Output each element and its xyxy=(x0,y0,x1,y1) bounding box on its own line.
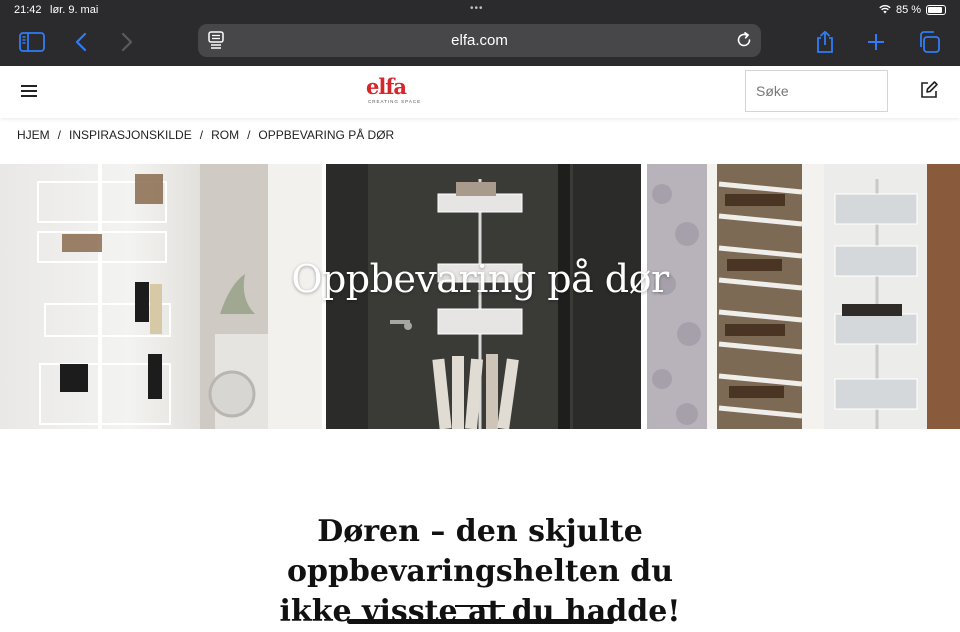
tabs-icon[interactable] xyxy=(914,28,944,56)
breadcrumb-inspiration[interactable]: INSPIRASJONSKILDE xyxy=(69,128,192,142)
menu-icon[interactable] xyxy=(21,85,37,97)
wifi-icon xyxy=(879,4,891,17)
breadcrumb-separator: / xyxy=(199,128,204,142)
article-heading-line-1: Døren – den skjulte oppbevaringshelten d… xyxy=(286,514,674,589)
multitasking-dots-icon[interactable]: ••• xyxy=(470,3,484,14)
article-heading: Døren – den skjulte oppbevaringshelten d… xyxy=(160,512,800,632)
hero-banner: Oppbevaring på dør xyxy=(0,164,960,429)
back-icon[interactable] xyxy=(66,28,96,56)
logo-tagline: CREATING SPACE xyxy=(368,99,422,104)
site-header: elfa CREATING SPACE xyxy=(0,66,960,118)
status-time: 21:42 xyxy=(14,4,42,16)
new-tab-icon[interactable] xyxy=(861,28,891,56)
address-bar[interactable]: elfa.com xyxy=(198,24,761,57)
forward-icon[interactable] xyxy=(112,28,142,56)
breadcrumb-separator: / xyxy=(247,128,251,142)
hero-title: Oppbevaring på dør xyxy=(291,257,669,301)
battery-icon xyxy=(926,5,946,15)
breadcrumb-current: OPPBEVARING PÅ DØR xyxy=(258,128,395,142)
logo-wordmark: elfa xyxy=(366,74,407,99)
breadcrumb-separator: / xyxy=(57,128,62,142)
reload-icon[interactable] xyxy=(735,31,753,54)
home-indicator[interactable] xyxy=(347,619,614,624)
search-input[interactable] xyxy=(745,70,888,112)
breadcrumb: HJEM / INSPIRASJONSKILDE / ROM / OPPBEVARING P… xyxy=(17,128,394,142)
status-bar: 21:42 lør. 9. mai ••• 85 % xyxy=(0,0,960,20)
edit-icon[interactable] xyxy=(919,80,939,105)
url-text: elfa.com xyxy=(451,32,508,49)
browser-toolbar: elfa.com xyxy=(0,20,960,66)
battery-percent: 85 % xyxy=(896,4,922,16)
sidebar-icon[interactable] xyxy=(17,28,47,56)
heading-divider xyxy=(455,605,505,607)
breadcrumb-home[interactable]: HJEM xyxy=(17,128,50,142)
share-icon[interactable] xyxy=(810,28,840,56)
elfa-logo[interactable]: elfa CREATING SPACE xyxy=(366,76,428,108)
breadcrumb-room[interactable]: ROM xyxy=(211,128,239,142)
status-date: lør. 9. mai xyxy=(50,4,99,16)
